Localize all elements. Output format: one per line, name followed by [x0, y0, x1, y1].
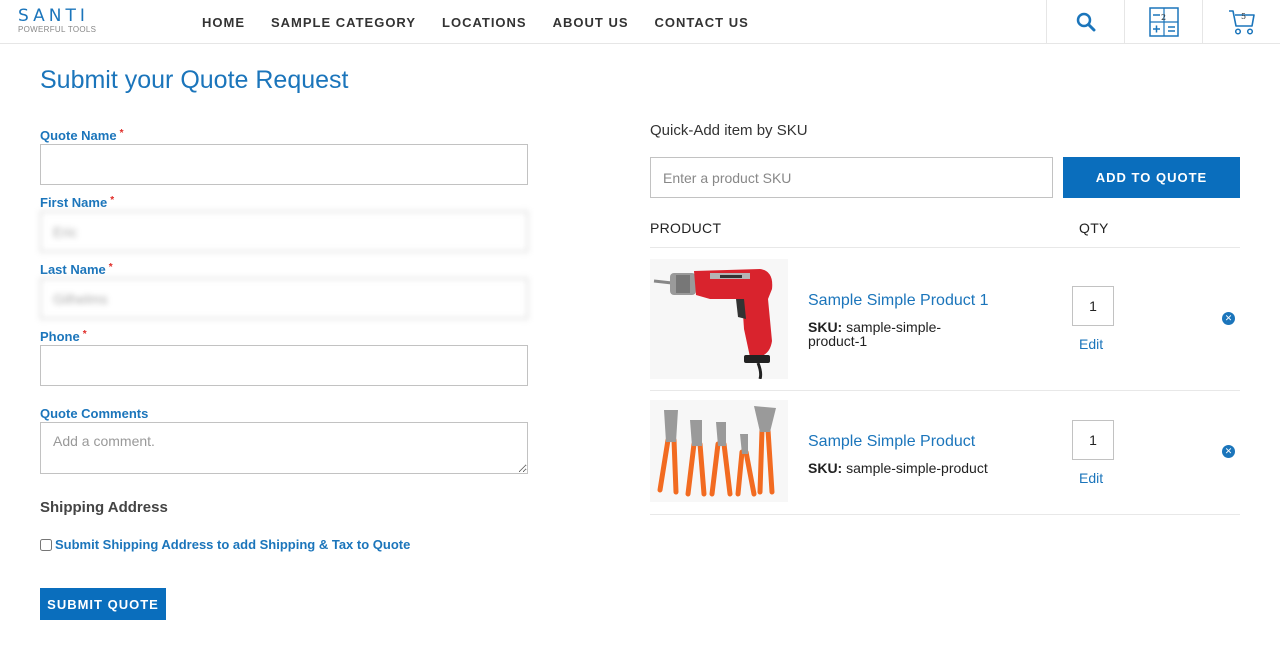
qty-input[interactable]: [1072, 286, 1114, 326]
quote-name-label-text: Quote Name: [40, 128, 117, 143]
sku-label: SKU:: [808, 460, 843, 476]
pliers-image: [650, 400, 788, 502]
compare-button[interactable]: 2: [1124, 0, 1202, 44]
product-image-pliers[interactable]: [650, 400, 788, 502]
sku-input[interactable]: [650, 157, 1053, 198]
product-sku: SKU: sample-simple-product: [808, 461, 1028, 475]
nav-sample-category[interactable]: SAMPLE CATEGORY: [271, 15, 416, 30]
submit-quote-button[interactable]: SUBMIT QUOTE: [40, 588, 166, 620]
divider: [650, 390, 1240, 391]
divider: [650, 247, 1240, 248]
main-nav: HOME SAMPLE CATEGORY LOCATIONS ABOUT US …: [202, 0, 775, 44]
phone-label: Phone *: [40, 329, 87, 344]
first-name-label: First Name *: [40, 195, 114, 210]
cart-count: 5: [1241, 12, 1247, 21]
required-marker: *: [82, 329, 87, 340]
quote-comments-label: Quote Comments: [40, 406, 149, 421]
quote-name-input[interactable]: [40, 144, 528, 185]
logo[interactable]: SANTI POWERFUL TOOLS: [18, 6, 97, 35]
last-name-label: Last Name *: [40, 262, 113, 277]
page-title: Submit your Quote Request: [40, 66, 349, 94]
divider: [650, 514, 1240, 515]
site-header: SANTI POWERFUL TOOLS HOME SAMPLE CATEGOR…: [0, 0, 1280, 44]
nav-locations[interactable]: LOCATIONS: [442, 15, 527, 30]
required-marker: *: [119, 128, 124, 139]
remove-item-icon[interactable]: ✕: [1222, 312, 1235, 325]
shipping-address-title: Shipping Address: [40, 499, 168, 516]
first-name-input[interactable]: [40, 211, 528, 252]
search-icon: [1076, 12, 1095, 32]
logo-name: SANTI: [18, 6, 89, 26]
column-header-product: PRODUCT: [650, 220, 722, 236]
cart-button[interactable]: 5: [1202, 0, 1280, 44]
sku-value: sample-simple-product: [846, 460, 988, 476]
shipping-checkbox-label[interactable]: Submit Shipping Address to add Shipping …: [55, 537, 410, 552]
first-name-label-text: First Name: [40, 195, 108, 210]
shipping-checkbox-row: Submit Shipping Address to add Shipping …: [40, 537, 410, 552]
quote-comments-textarea[interactable]: [40, 422, 528, 474]
quote-name-label: Quote Name *: [40, 128, 123, 143]
phone-input[interactable]: [40, 345, 528, 386]
column-header-qty: QTY: [1079, 220, 1109, 236]
product-image-drill[interactable]: [650, 259, 788, 380]
last-name-input[interactable]: [40, 278, 528, 319]
product-sku: SKU: sample-simple-product-1: [808, 320, 988, 348]
quick-add-title: Quick-Add item by SKU: [650, 122, 808, 139]
nav-contact-us[interactable]: CONTACT US: [655, 15, 749, 30]
edit-link[interactable]: Edit: [1079, 336, 1103, 352]
product-name-link[interactable]: Sample Simple Product 1: [808, 292, 989, 310]
nav-home[interactable]: HOME: [202, 15, 245, 30]
compare-icon: [1148, 7, 1179, 37]
remove-item-icon[interactable]: ✕: [1222, 445, 1235, 458]
add-to-quote-button[interactable]: ADD TO QUOTE: [1063, 157, 1240, 198]
last-name-label-text: Last Name: [40, 262, 106, 277]
logo-tagline: POWERFUL TOOLS: [18, 25, 97, 34]
drill-image: [650, 259, 788, 380]
header-actions: 2 5: [1046, 0, 1280, 44]
qty-input[interactable]: [1072, 420, 1114, 460]
required-marker: *: [108, 262, 113, 273]
compare-count: 2: [1161, 13, 1167, 22]
shipping-checkbox[interactable]: [40, 538, 52, 551]
product-name-link[interactable]: Sample Simple Product: [808, 433, 975, 451]
search-button[interactable]: [1046, 0, 1124, 44]
required-marker: *: [110, 195, 115, 206]
phone-label-text: Phone: [40, 329, 80, 344]
edit-link[interactable]: Edit: [1079, 470, 1103, 486]
nav-about-us[interactable]: ABOUT US: [553, 15, 629, 30]
